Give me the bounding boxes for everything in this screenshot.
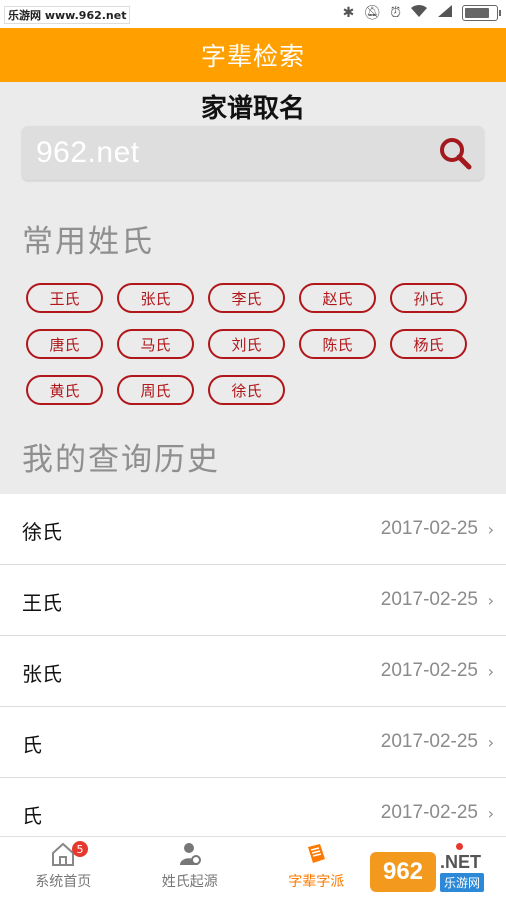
- bluetooth-icon: ✱: [343, 5, 355, 21]
- chevron-right-icon: ›: [488, 662, 494, 681]
- history-surname: 氏: [22, 800, 42, 829]
- surname-chip[interactable]: 孙氏: [390, 283, 467, 313]
- book-icon: [303, 841, 329, 867]
- header-bar: 字辈检索: [0, 28, 506, 82]
- surname-chip[interactable]: 周氏: [117, 375, 194, 405]
- chevron-right-icon: ›: [488, 591, 494, 610]
- surname-chip[interactable]: 唐氏: [26, 329, 103, 359]
- history-row[interactable]: 徐氏 2017-02-25 ›: [0, 494, 506, 565]
- tab-generation-label: 字辈字派: [288, 871, 344, 891]
- history-date: 2017-02-25: [381, 660, 478, 682]
- chevron-right-icon: ›: [488, 733, 494, 752]
- surname-chip[interactable]: 张氏: [117, 283, 194, 313]
- history-row[interactable]: 张氏 2017-02-25 ›: [0, 636, 506, 707]
- overlay-title: 家谱取名: [0, 88, 506, 125]
- surname-chip[interactable]: 王氏: [26, 283, 103, 313]
- page-title: 字辈检索: [201, 37, 305, 73]
- history-heading: 我的查询历史: [22, 434, 220, 479]
- surname-chip[interactable]: 杨氏: [390, 329, 467, 359]
- notification-badge: 5: [72, 841, 88, 857]
- history-row[interactable]: 氏 2017-02-25 ›: [0, 707, 506, 778]
- tab-origin-label: 姓氏起源: [162, 871, 218, 891]
- history-surname: 王氏: [22, 587, 62, 616]
- alarm-icon: ⏰︎: [390, 5, 401, 21]
- watermark-sub: 乐游网: [440, 873, 484, 892]
- surname-chip[interactable]: 李氏: [208, 283, 285, 313]
- history-date: 2017-02-25: [381, 589, 478, 611]
- person-icon: [177, 841, 203, 867]
- history-surname: 徐氏: [22, 516, 62, 545]
- mute-icon: 🔕︎: [363, 5, 381, 21]
- tab-origin[interactable]: 姓氏起源: [127, 837, 254, 901]
- history-row[interactable]: 王氏 2017-02-25 ›: [0, 565, 506, 636]
- history-date: 2017-02-25: [381, 518, 478, 540]
- surname-chip[interactable]: 刘氏: [208, 329, 285, 359]
- common-surnames-heading: 常用姓氏: [22, 216, 154, 261]
- watermark-logo-mark: 962: [370, 852, 436, 892]
- history-list: 徐氏 2017-02-25 › 王氏 2017-02-25 › 张氏 2017-…: [0, 494, 506, 849]
- tab-home[interactable]: 5 系统首页: [0, 837, 127, 901]
- wifi-icon: [410, 4, 428, 22]
- surname-chip[interactable]: 陈氏: [299, 329, 376, 359]
- history-date: 2017-02-25: [381, 802, 478, 824]
- search-icon[interactable]: [438, 136, 472, 170]
- battery-icon: [462, 5, 498, 21]
- surname-chip[interactable]: 赵氏: [299, 283, 376, 313]
- history-date: 2017-02-25: [381, 731, 478, 753]
- history-surname: 氏: [22, 729, 42, 758]
- search-input[interactable]: 962.net: [36, 136, 140, 170]
- tab-home-label: 系统首页: [35, 871, 91, 891]
- surname-chip-grid: 王氏 张氏 李氏 赵氏 孙氏 唐氏 马氏 刘氏 陈氏 杨氏 黄氏 周氏 徐氏: [26, 283, 486, 405]
- tab-generation[interactable]: 字辈字派: [253, 837, 380, 901]
- signal-icon: [437, 4, 453, 22]
- search-box[interactable]: 962.net: [22, 126, 484, 180]
- notification-dot: [456, 843, 463, 850]
- chevron-right-icon: ›: [488, 520, 494, 539]
- watermark-logo: 962 .NET 乐游网: [370, 850, 500, 894]
- chevron-right-icon: ›: [488, 804, 494, 823]
- watermark-text: 乐游网 www.962.net: [4, 6, 130, 24]
- history-surname: 张氏: [22, 658, 62, 687]
- surname-chip[interactable]: 徐氏: [208, 375, 285, 405]
- watermark-net: .NET: [440, 852, 481, 873]
- surname-chip[interactable]: 黄氏: [26, 375, 103, 405]
- status-bar: 乐游网 www.962.net ✱ 🔕︎ ⏰︎: [0, 0, 506, 28]
- status-icons: ✱ 🔕︎ ⏰︎: [343, 4, 498, 22]
- surname-chip[interactable]: 马氏: [117, 329, 194, 359]
